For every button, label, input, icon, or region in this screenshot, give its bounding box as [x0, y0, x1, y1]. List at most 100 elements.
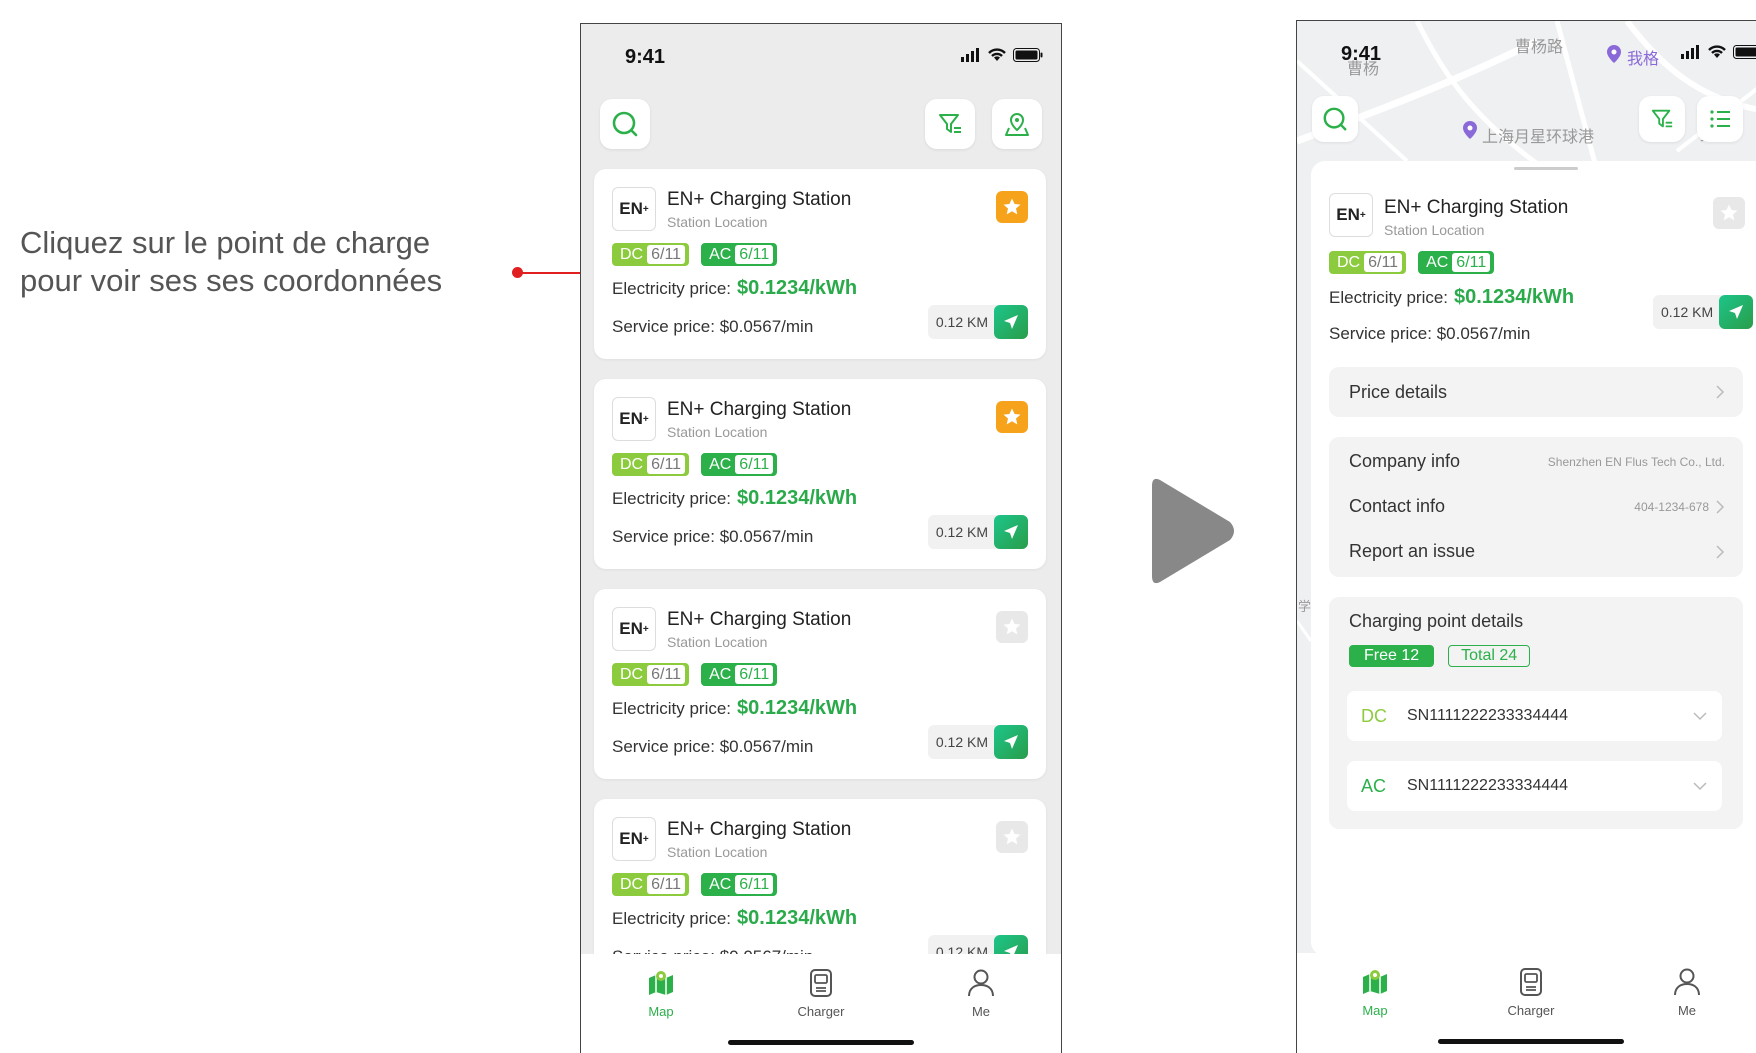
charger-tags: DC 6/11 AC 6/11: [612, 453, 778, 476]
station-location: Station Location: [667, 844, 768, 860]
charger-tags: DC 6/11 AC 6/11: [612, 243, 778, 266]
star-icon: [1720, 204, 1738, 221]
charging-point-serial: SN1111222233334444: [1407, 707, 1569, 724]
signal-icon: [961, 48, 979, 62]
service-price-row: Service price: $0.0567/min: [612, 527, 814, 546]
electricity-price: $0.1234/kWh: [1454, 286, 1575, 308]
chevron-right-icon: [1715, 384, 1725, 400]
favorite-button[interactable]: [1713, 197, 1745, 229]
electricity-price-row: Electricity price: $0.1234/kWh: [612, 697, 858, 719]
charging-point-type: DC: [1361, 705, 1387, 726]
canvas: Cliquez sur le point de charge pour voir…: [0, 0, 1756, 1053]
charger-tags: DC 6/11 AC 6/11: [612, 873, 778, 896]
service-price: $0.0567/min: [719, 527, 814, 546]
report-issue-label: Report an issue: [1349, 541, 1476, 561]
navigate-button[interactable]: [1719, 295, 1754, 329]
filter-button[interactable]: [925, 99, 975, 149]
ac-count: 6/11: [1452, 253, 1491, 272]
sheet-grab-handle[interactable]: [1514, 167, 1578, 170]
navigate-icon: [1004, 735, 1018, 749]
ac-count: 6/11: [735, 875, 774, 894]
electricity-price-row: Electricity price: $0.1234/kWh: [612, 277, 858, 299]
service-price-row: Service price: $0.0567/min: [612, 317, 814, 336]
station-location: Station Location: [667, 634, 768, 650]
favorite-button[interactable]: [996, 611, 1028, 643]
station-name: EN+ Charging Station: [1384, 197, 1569, 218]
station-logo: EN +: [612, 397, 656, 441]
filter-button[interactable]: [1639, 96, 1685, 142]
distance-badge[interactable]: 0.12 KM: [927, 725, 1028, 759]
navigate-button[interactable]: [994, 515, 1028, 549]
navigate-icon: [1004, 525, 1018, 539]
home-indicator: [728, 1040, 914, 1045]
favorite-button[interactable]: [996, 401, 1028, 433]
navigate-button[interactable]: [994, 305, 1028, 339]
annotation-line-1: Cliquez sur le point de charge: [20, 225, 431, 260]
map-view-button[interactable]: [992, 99, 1042, 149]
wifi-icon: [1708, 45, 1726, 58]
distance-badge[interactable]: 0.12 KM: [927, 305, 1028, 339]
electricity-price: $0.1234/kWh: [737, 277, 858, 299]
favorite-button[interactable]: [996, 191, 1028, 223]
search-button[interactable]: [600, 99, 650, 149]
dc-count: 6/11: [647, 665, 686, 684]
list-view-button[interactable]: [1697, 96, 1743, 142]
free-count-badge: Free 12: [1349, 645, 1435, 667]
electricity-price-row: Electricity price: $0.1234/kWh: [1329, 286, 1575, 308]
company-info-value: Shenzhen EN Flus Tech Co., Ltd.: [1547, 454, 1725, 469]
info-section: Company info Shenzhen EN Flus Tech Co., …: [1329, 437, 1743, 577]
star-icon: [1003, 408, 1021, 425]
distance-badge[interactable]: 0.12 KM: [927, 515, 1028, 549]
station-card[interactable]: EN + EN+ Charging Station Station Locatio…: [594, 169, 1046, 359]
charging-points-section: Charging point details Free 12 Total 24 …: [1329, 597, 1743, 829]
star-icon: [1003, 828, 1021, 845]
ac-tag: AC 6/11: [701, 663, 778, 686]
star-icon: [1003, 618, 1021, 635]
chevron-down-icon: [1693, 782, 1707, 791]
tab-me[interactable]: Me: [1637, 967, 1737, 1053]
navigate-icon: [1729, 305, 1744, 319]
distance-value: 0.12 KM: [935, 524, 988, 540]
navigate-button[interactable]: [994, 725, 1028, 759]
charging-point-ac[interactable]: AC SN1111222233334444: [1347, 761, 1722, 811]
distance-badge[interactable]: 0.12 KM: [1653, 295, 1754, 329]
distance-value: 0.12 KM: [1661, 304, 1714, 320]
dc-count: 6/11: [647, 455, 686, 474]
search-button[interactable]: [1312, 96, 1358, 142]
contact-info-row[interactable]: Contact info 404-1234-678: [1329, 484, 1743, 529]
charging-points-badges: Free 12 Total 24: [1349, 645, 1531, 667]
signal-icon: [1681, 45, 1699, 59]
dc-count: 6/11: [647, 245, 686, 264]
station-location: Station Location: [667, 424, 768, 440]
price-details-row[interactable]: Price details: [1329, 367, 1743, 417]
station-logo: EN +: [1329, 193, 1373, 237]
tab-map[interactable]: Map: [1325, 967, 1425, 1053]
favorite-button[interactable]: [996, 821, 1028, 853]
tab-me[interactable]: Me: [931, 968, 1031, 1053]
price-details-section[interactable]: Price details: [1329, 367, 1743, 417]
ac-tag: AC 6/11: [701, 243, 778, 266]
report-issue-row[interactable]: Report an issue: [1329, 529, 1743, 574]
station-card[interactable]: EN + EN+ Charging Station Station Locatio…: [594, 589, 1046, 779]
charging-point-dc[interactable]: DC SN1111222233334444: [1347, 691, 1722, 741]
tab-map-label: Map: [648, 1004, 674, 1019]
wifi-icon: [988, 48, 1006, 61]
tab-map[interactable]: Map: [611, 968, 711, 1053]
dc-tag: DC 6/11: [612, 873, 690, 896]
list-icon: [1710, 110, 1730, 128]
station-location: Station Location: [1384, 222, 1485, 238]
service-price-row: Service price: $0.0567/min: [612, 737, 814, 756]
map-label-mall: 上海月星环球港: [1482, 127, 1595, 146]
ac-count: 6/11: [735, 245, 774, 264]
electricity-price: $0.1234/kWh: [737, 697, 858, 719]
tab-bar: Map Charger Me: [581, 954, 1061, 1053]
station-name: EN+ Charging Station: [667, 189, 852, 210]
chevron-right-icon: [1716, 499, 1725, 514]
electricity-price: $0.1234/kWh: [737, 487, 858, 509]
home-indicator: [1438, 1039, 1624, 1044]
poi-pin-icon: [1463, 121, 1477, 139]
company-info-row: Company info Shenzhen EN Flus Tech Co., …: [1329, 439, 1743, 484]
station-card[interactable]: EN + EN+ Charging Station Station Locatio…: [594, 379, 1046, 569]
system-icons: [1681, 45, 1756, 59]
station-logo: EN +: [612, 607, 656, 651]
